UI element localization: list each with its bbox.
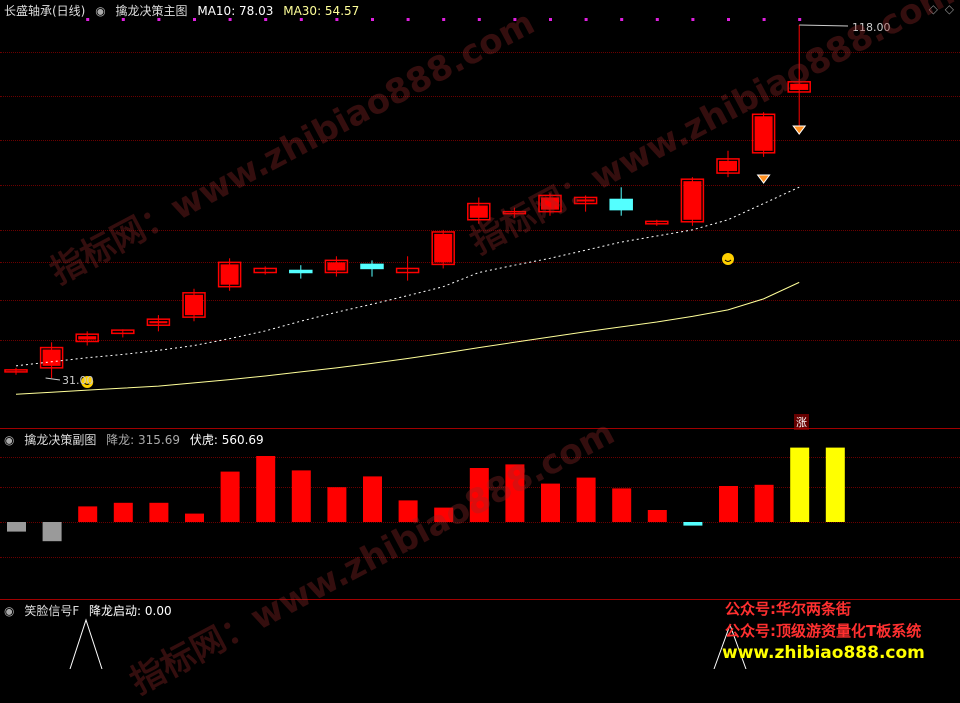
top-marker-dot — [763, 18, 766, 21]
top-marker-dot — [727, 18, 730, 21]
signal-spike — [70, 620, 102, 669]
top-marker-dot — [407, 18, 410, 21]
sub-bar — [719, 486, 738, 522]
fuhu-label: 伏虎: 560.69 — [190, 433, 264, 447]
candle-fill — [78, 336, 96, 339]
top-marker-dot — [585, 18, 588, 21]
sub-bar — [790, 448, 809, 522]
ma10-label: MA10: 78.03 — [197, 4, 273, 18]
sub-bar — [114, 503, 133, 522]
top-marker-dot — [371, 18, 374, 21]
top-marker-dot — [656, 18, 659, 21]
sub-bar — [612, 488, 631, 522]
candle-body — [610, 199, 632, 209]
main-header: 长盛轴承(日线) ◉ 擒龙决策主图 MA10: 78.03 MA30: 54.5… — [4, 2, 365, 19]
sub-bar — [185, 514, 204, 522]
sub-bar — [7, 522, 26, 532]
ad-line-3: www.zhibiao888.com — [722, 643, 925, 663]
xianglong-label: 降龙: 315.69 — [106, 433, 180, 447]
sub-bar — [363, 476, 382, 522]
candle-fill — [149, 321, 167, 323]
candle-body — [290, 270, 312, 272]
sub-bar — [648, 510, 667, 522]
low-price-label: 31.00 — [62, 374, 94, 387]
top-marker-dot — [691, 18, 694, 21]
sub-bar — [221, 472, 240, 522]
smile-signal-icon — [722, 253, 734, 265]
stock-name: 长盛轴承(日线) — [4, 4, 85, 18]
indicator-menu-icon[interactable]: ◉ — [4, 433, 14, 447]
top-marker-dot — [442, 18, 445, 21]
top-marker-dot — [549, 18, 552, 21]
sub-bar — [149, 503, 168, 522]
indicator-menu-icon[interactable]: ◉ — [4, 604, 14, 618]
ad-line-1: 公众号:华尔两条街 — [725, 598, 851, 619]
candle-fill — [221, 264, 239, 284]
candle-fill — [185, 295, 203, 315]
candle-fill — [719, 161, 737, 171]
top-marker-dot — [798, 18, 801, 21]
candle-fill — [434, 234, 452, 262]
signal-indicator-name[interactable]: 笑脸信号F — [24, 604, 79, 618]
sub-bar — [683, 522, 702, 526]
candle-fill — [683, 181, 701, 220]
ad-line-2: 公众号:顶级游资量化T板系统 — [725, 620, 921, 641]
indicator-menu-icon[interactable]: ◉ — [95, 4, 105, 18]
sub-bar — [292, 470, 311, 522]
sub-indicator-name[interactable]: 擒龙决策副图 — [24, 433, 96, 447]
sub-header: ◉ 擒龙决策副图 降龙: 315.69 伏虎: 560.69 — [4, 431, 270, 448]
top-marker-dot — [620, 18, 623, 21]
start-label: 降龙启动: 0.00 — [89, 604, 172, 618]
ma30-label: MA30: 54.57 — [283, 4, 359, 18]
sub-bar — [327, 487, 346, 522]
diamond-signal-icon — [758, 175, 770, 183]
candle-fill — [327, 262, 345, 270]
ma30-line — [16, 282, 799, 394]
low-arrow — [46, 378, 60, 380]
sub-bar — [78, 506, 97, 522]
candle-fill — [43, 350, 61, 366]
sub-bar — [755, 485, 774, 522]
sub-bar — [826, 448, 845, 522]
candle-fill — [755, 116, 773, 151]
signal-header: ◉ 笑脸信号F 降龙启动: 0.00 — [4, 602, 178, 619]
diamond-signal-icon — [793, 126, 805, 134]
sub-bar — [43, 522, 62, 541]
sub-bar — [577, 478, 596, 522]
candle-body — [361, 264, 383, 268]
sub-bar — [256, 456, 275, 522]
main-indicator-name[interactable]: 擒龙决策主图 — [116, 4, 188, 18]
